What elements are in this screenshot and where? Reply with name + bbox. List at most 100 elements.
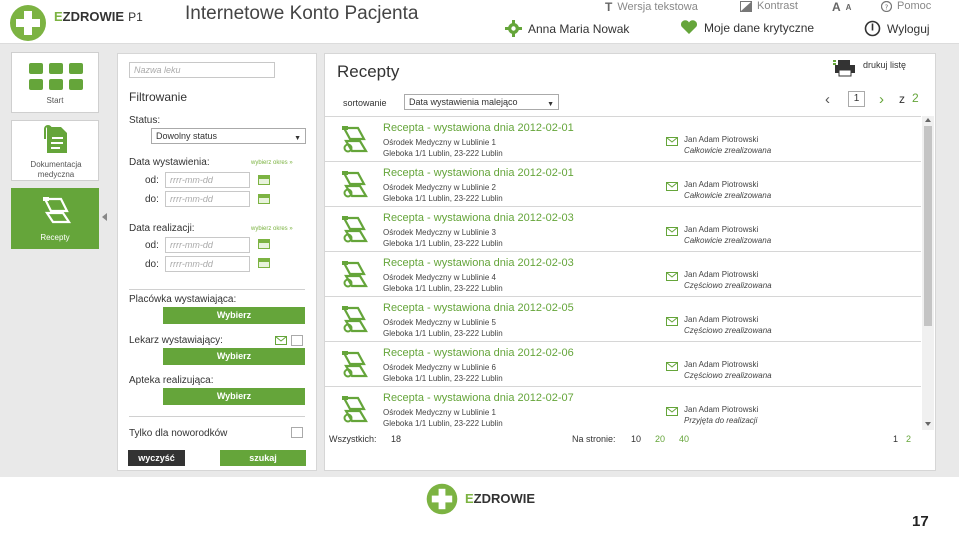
print-list-button[interactable]: drukuj listę	[833, 60, 906, 77]
prescription-facility: Ośrodek Medyczny w Lublinie 5	[383, 318, 496, 327]
gear-icon	[505, 20, 522, 37]
prescription-title[interactable]: Recepta - wystawiona dnia 2012-02-07	[383, 392, 574, 404]
nav-start-label: Start	[46, 96, 64, 105]
prescription-row[interactable]: Recepta - wystawiona dnia 2012-02-01 Ośro…	[325, 117, 921, 162]
total-pages: 2	[912, 91, 919, 105]
issue-date-to-input[interactable]: rrrr-mm-dd	[165, 191, 250, 207]
calendar-icon[interactable]	[258, 239, 270, 249]
envelope-icon	[666, 317, 678, 326]
ezdrowie-footer-logo-icon	[426, 483, 458, 515]
scroll-thumb[interactable]	[924, 126, 932, 326]
current-page-input[interactable]: 1	[848, 91, 865, 107]
total-label: Wszystkich:	[329, 434, 377, 444]
clear-button[interactable]: wyczyść	[128, 450, 185, 466]
nav-start[interactable]: Start	[11, 52, 99, 113]
calendar-icon[interactable]	[258, 175, 270, 185]
choose-facility-button[interactable]: Wybierz	[163, 307, 305, 324]
drug-name-search-input[interactable]: Nazwa leku	[129, 62, 275, 78]
realization-date-label: Data realizacji:	[129, 223, 195, 234]
nav-medical-documentation[interactable]: Dokumentacja medyczna	[11, 120, 99, 181]
realization-date-from-input[interactable]: rrrr-mm-dd	[165, 237, 250, 253]
printer-icon	[833, 60, 855, 77]
prescription-icon	[342, 306, 368, 333]
prescription-icon	[342, 351, 368, 378]
chevron-down-icon: ▼	[294, 135, 301, 142]
per-page-option-20[interactable]: 20	[655, 434, 665, 444]
prescription-facility: Ośrodek Medyczny w Lublinie 2	[383, 183, 496, 192]
prescription-title[interactable]: Recepta - wystawiona dnia 2012-02-01	[383, 122, 574, 134]
prescription-address: Gleboka 1/1 Lublin, 23-222 Lublin	[383, 149, 503, 158]
power-icon	[864, 20, 881, 37]
per-page-option-40[interactable]: 40	[679, 434, 689, 444]
text-version-icon: T	[605, 0, 613, 14]
app-header: EZDROWIE P1 Internetowe Konto Pacjenta T …	[0, 0, 959, 44]
logout-link[interactable]: Wyloguj	[864, 20, 930, 37]
prescription-facility: Ośrodek Medyczny w Lublinie 4	[383, 273, 496, 282]
help-link[interactable]: ? Pomoc	[881, 0, 931, 12]
prescription-status: Przyjęta do realizacji	[684, 416, 758, 425]
prescription-title[interactable]: Recepta - wystawiona dnia 2012-02-03	[383, 212, 574, 224]
prescription-row[interactable]: Recepta - wystawiona dnia 2012-02-01 Ośro…	[325, 162, 921, 207]
svg-text:?: ?	[885, 3, 889, 11]
text-version-link[interactable]: T Wersja tekstowa	[605, 0, 698, 14]
envelope-icon	[666, 227, 678, 236]
prescription-doctor: Jan Adam Piotrowski	[684, 315, 759, 324]
prescription-title[interactable]: Recepta - wystawiona dnia 2012-02-03	[383, 257, 574, 269]
prescription-row[interactable]: Recepta - wystawiona dnia 2012-02-06 Ośro…	[325, 342, 921, 387]
prescription-title[interactable]: Recepta - wystawiona dnia 2012-02-01	[383, 167, 574, 179]
slide-page-number: 17	[912, 513, 929, 530]
footer-logo-text: EZDROWIE	[465, 491, 536, 506]
page-link-2[interactable]: 2	[906, 434, 911, 444]
calendar-icon[interactable]	[258, 194, 270, 204]
per-page-option-10[interactable]: 10	[631, 434, 641, 444]
ezdrowie-logo-icon[interactable]	[8, 3, 48, 43]
document-clip-icon	[44, 125, 67, 153]
envelope-icon	[666, 362, 678, 371]
realization-from-label: od:	[145, 240, 159, 251]
page-title: Recepty	[337, 62, 400, 81]
issue-date-label: Data wystawienia:	[129, 157, 210, 168]
prescription-address: Gleboka 1/1 Lublin, 23-222 Lublin	[383, 194, 503, 203]
collapse-arrow-icon[interactable]	[102, 213, 107, 221]
scroll-up-icon[interactable]	[925, 118, 931, 122]
prescription-row[interactable]: Recepta - wystawiona dnia 2012-02-03 Ośro…	[325, 207, 921, 252]
calendar-icon[interactable]	[258, 258, 270, 268]
filter-heading: Filtrowanie	[129, 90, 188, 104]
prescription-row[interactable]: Recepta - wystawiona dnia 2012-02-07 Ośro…	[325, 387, 921, 430]
prescription-icon	[342, 171, 368, 198]
prescription-doctor: Jan Adam Piotrowski	[684, 135, 759, 144]
search-button[interactable]: szukaj	[220, 450, 306, 466]
scroll-down-icon[interactable]	[925, 422, 931, 426]
choose-pharmacy-button[interactable]: Wybierz	[163, 388, 305, 405]
contrast-link[interactable]: Kontrast	[740, 0, 798, 12]
app-logo-text: EZDROWIE P1	[54, 9, 143, 24]
status-select[interactable]: Dowolny status ▼	[151, 128, 306, 144]
user-settings-link[interactable]: Anna Maria Nowak	[505, 20, 629, 37]
prev-page-icon[interactable]: ‹	[825, 91, 830, 108]
issue-date-from-input[interactable]: rrrr-mm-dd	[165, 172, 250, 188]
choose-doctor-button[interactable]: Wybierz	[163, 348, 305, 365]
realization-to-label: do:	[145, 259, 159, 270]
newborns-checkbox[interactable]	[291, 427, 303, 438]
prescription-row[interactable]: Recepta - wystawiona dnia 2012-02-05 Ośro…	[325, 297, 921, 342]
critical-data-link[interactable]: Moje dane krytyczne	[680, 20, 814, 35]
app-title: Internetowe Konto Pacjenta	[185, 3, 419, 24]
issue-period-link[interactable]: wybierz okres »	[251, 160, 293, 166]
filter-panel: Nazwa leku Filtrowanie Status: Dowolny s…	[117, 53, 317, 471]
status-label: Status:	[129, 115, 161, 126]
font-size-link[interactable]: AA	[832, 0, 851, 14]
prescription-title[interactable]: Recepta - wystawiona dnia 2012-02-06	[383, 347, 574, 359]
prescription-title[interactable]: Recepta - wystawiona dnia 2012-02-05	[383, 302, 574, 314]
prescription-row[interactable]: Recepta - wystawiona dnia 2012-02-03 Ośro…	[325, 252, 921, 297]
page-link-1[interactable]: 1	[893, 434, 898, 444]
nav-prescriptions[interactable]: Recepty	[11, 188, 99, 249]
realization-date-to-input[interactable]: rrrr-mm-dd	[165, 256, 250, 272]
issue-to-label: do:	[145, 194, 159, 205]
list-scrollbar[interactable]	[922, 116, 934, 430]
next-page-icon[interactable]: ›	[879, 91, 884, 108]
sort-select[interactable]: Data wystawienia malejąco ▼	[404, 94, 559, 110]
realization-period-link[interactable]: wybierz okres »	[251, 226, 293, 232]
per-page-label: Na stronie:	[572, 434, 616, 444]
pharmacy-label: Apteka realizująca:	[129, 375, 214, 386]
doctor-checkbox[interactable]	[291, 335, 303, 346]
